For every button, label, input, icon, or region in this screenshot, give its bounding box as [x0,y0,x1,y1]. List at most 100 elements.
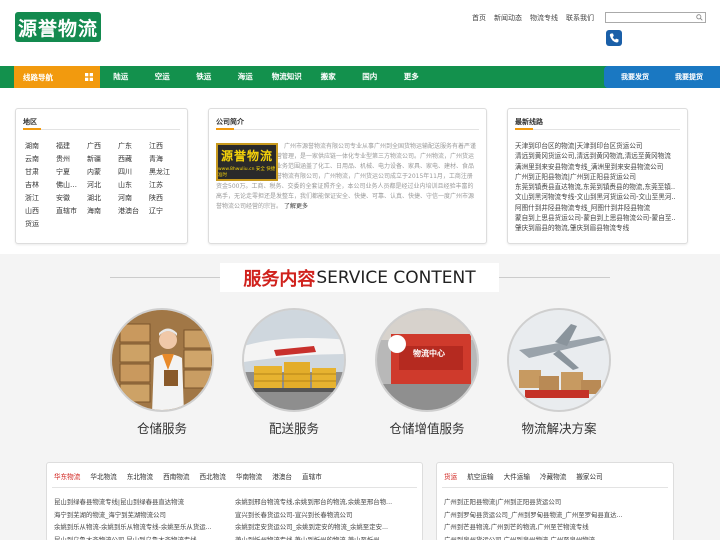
nav-items: 陆运 空运 铁运 海运 物流知识 搬家 国内 更多 [100,66,432,88]
region-link[interactable]: 河北 [87,181,118,191]
service-value-added[interactable]: 物流中心 仓储增值服务 [375,308,479,438]
region-tab[interactable]: 西北物流 [200,471,226,481]
route-link[interactable]: 昆山到绿春县物流专线|昆山到绿春县直达物流 [54,496,229,509]
nav-item-knowledge[interactable]: 物流知识 [266,66,308,88]
service-heading-en: SERVICE CONTENT [316,267,476,288]
route-link[interactable]: 广州到芒县物流,广州到芒的物流,广州至芒物流专线 [444,521,668,534]
category-tab[interactable]: 大件运输 [504,471,530,481]
region-link[interactable]: 佛山… [56,181,87,191]
region-link[interactable]: 贵州 [56,155,87,165]
route-link[interactable]: 肇庆到眉县的物流,肇庆到眉县物流专线 [515,223,675,233]
category-tab[interactable]: 货运 [444,471,457,481]
service-solutions[interactable]: 物流解决方案 [507,308,611,438]
region-link[interactable]: 吉林 [25,181,56,191]
region-tab[interactable]: 华北物流 [90,471,116,481]
topnav-home[interactable]: 首页 [472,13,486,23]
route-nav-title[interactable]: 线路导航 [14,66,100,88]
divider [515,129,680,130]
route-link[interactable]: 清远到黄冈货运公司,清远到黄冈物流,清远至黄冈物流 [515,151,675,161]
header: 源誉物流 首页 新闻动态 物流专线 联系我们 [0,0,720,66]
region-link[interactable]: 福建 [56,142,87,152]
route-column: 昆山到绿春县物流专线|昆山到绿春县直达物流 海宁到芜湖的物流_海宁到芜湖物流公司余… [54,496,229,540]
service-storage[interactable]: 仓储服务 [110,308,214,438]
route-link[interactable]: 蒙自到上思县货运公司-蒙自到上思县物流公司-蒙自至... [515,213,675,223]
route-link[interactable]: 余姚到定安货运公司_余姚到定安的物流_余姚至定安... [235,521,413,534]
top-nav: 首页 新闻动态 物流专线 联系我们 [472,13,594,23]
region-link[interactable]: 青海 [149,155,180,165]
region-tab[interactable]: 东北物流 [127,471,153,481]
site-logo[interactable]: 源誉物流 [15,12,101,42]
region-link[interactable]: 山西 [25,207,56,217]
route-link[interactable]: 余姚到乐从物流-余姚到乐从物流专线-余姚至乐从货运... [54,521,229,534]
region-tab[interactable]: 华南物流 [236,471,262,481]
route-link[interactable]: 昆山到乌鲁木齐物流公司 昆山到乌鲁木齐物流专线 [54,534,229,540]
region-link[interactable]: 湖南 [25,142,56,152]
title-accent [23,128,41,130]
topnav-contact[interactable]: 联系我们 [566,13,594,23]
routes-title: 最新线路 [515,118,543,126]
region-link[interactable]: 海南 [87,207,118,217]
region-link[interactable]: 四川 [118,168,149,178]
nav-item-rail[interactable]: 铁运 [183,66,225,88]
region-tab[interactable]: 西南物流 [163,471,189,481]
region-link[interactable]: 山东 [118,181,149,191]
region-link[interactable]: 湖北 [87,194,118,204]
topnav-news[interactable]: 新闻动态 [494,13,522,23]
read-more-link[interactable]: 了解更多 [284,203,308,210]
region-link[interactable]: 江西 [149,142,180,152]
ship-button[interactable]: 我要发货 [621,72,649,82]
route-link[interactable]: 满洲里到来安县物流专线_满洲里到来安县物流公司 [515,162,675,172]
category-tab[interactable]: 搬家公司 [576,471,602,481]
route-link[interactable]: 宣兴到长春货运公司-宣兴到长春物流公司 [235,509,413,522]
logistics-center-sign: 物流中心 [413,349,445,358]
region-link[interactable]: 陕西 [149,194,180,204]
region-link[interactable]: 甘肃 [25,168,56,178]
route-link[interactable]: 广州到泉州货运公司,广州到泉州物流,广州至泉州物流 [444,534,668,540]
route-link[interactable]: 阿图什到井陉县物流专线_阿图什到井陉县物流 [515,203,675,213]
route-link[interactable]: 广州到罗甸县货运公司_广州到罗甸县物流_广州至罗甸县直达... [444,509,668,522]
route-link[interactable]: 文山到黑河物流专线-文山到黑河货运公司-文山至黑河... [515,192,675,202]
nav-item-air[interactable]: 空运 [142,66,184,88]
region-link[interactable]: 新疆 [87,155,118,165]
region-link[interactable]: 广东 [118,142,149,152]
region-link[interactable]: 江苏 [149,181,180,191]
search-input[interactable] [605,12,706,23]
region-tab[interactable]: 港澳台 [272,471,292,481]
region-link[interactable]: 西藏 [118,155,149,165]
region-link[interactable]: 黑龙江 [149,168,180,178]
region-link[interactable]: 港澳台 [118,207,149,217]
route-link[interactable]: 广州到正阳县物流|广州到正阳县货运公司 [515,172,675,182]
service-heading-cn: 服务内容 [243,268,316,290]
route-link[interactable]: 东莞到镇赉县直达物流,东莞到镇赉县的物流,东莞至镇... [515,182,675,192]
region-link[interactable]: 宁夏 [56,168,87,178]
pickup-button[interactable]: 我要提货 [675,72,703,82]
region-tab[interactable]: 直辖市 [302,471,322,481]
region-link[interactable]: 云南 [25,155,56,165]
divider [110,277,220,278]
route-link[interactable]: 萧山到忻州物流专线 萧山到忻州的物流 萧山至忻州... [235,534,413,540]
service-delivery[interactable]: 配送服务 [242,308,346,438]
route-link[interactable]: 广州到正阳县物流|广州到正阳县货运公司 [444,496,668,509]
category-tab[interactable]: 航空运输 [467,471,493,481]
category-tab[interactable]: 冷藏物流 [540,471,566,481]
region-link[interactable]: 货运 [25,220,56,230]
route-link[interactable]: 余姚到邢台物流专线,余姚到邢台的物流,余姚至邢台物... [235,496,413,509]
region-tab[interactable]: 华东物流 [54,471,80,481]
divider [499,277,610,278]
route-link[interactable]: 天津到印台区的物流|天津到印台区货运公司 [515,141,675,151]
region-link[interactable]: 广西 [87,142,118,152]
topnav-lines[interactable]: 物流专线 [530,13,558,23]
region-link[interactable]: 内蒙 [87,168,118,178]
route-link[interactable]: 海宁到芜湖的物流_海宁到芜湖物流公司 [54,509,229,522]
region-link[interactable]: 浙江 [25,194,56,204]
nav-item-domestic[interactable]: 国内 [349,66,391,88]
search-icon[interactable] [696,14,703,21]
region-link[interactable]: 直辖市 [56,207,87,217]
region-link[interactable]: 辽宁 [149,207,180,217]
region-link[interactable]: 河南 [118,194,149,204]
nav-item-moving[interactable]: 搬家 [308,66,350,88]
nav-item-more[interactable]: 更多 [391,66,433,88]
nav-item-land[interactable]: 陆运 [100,66,142,88]
nav-item-sea[interactable]: 海运 [225,66,267,88]
region-link[interactable]: 安徽 [56,194,87,204]
